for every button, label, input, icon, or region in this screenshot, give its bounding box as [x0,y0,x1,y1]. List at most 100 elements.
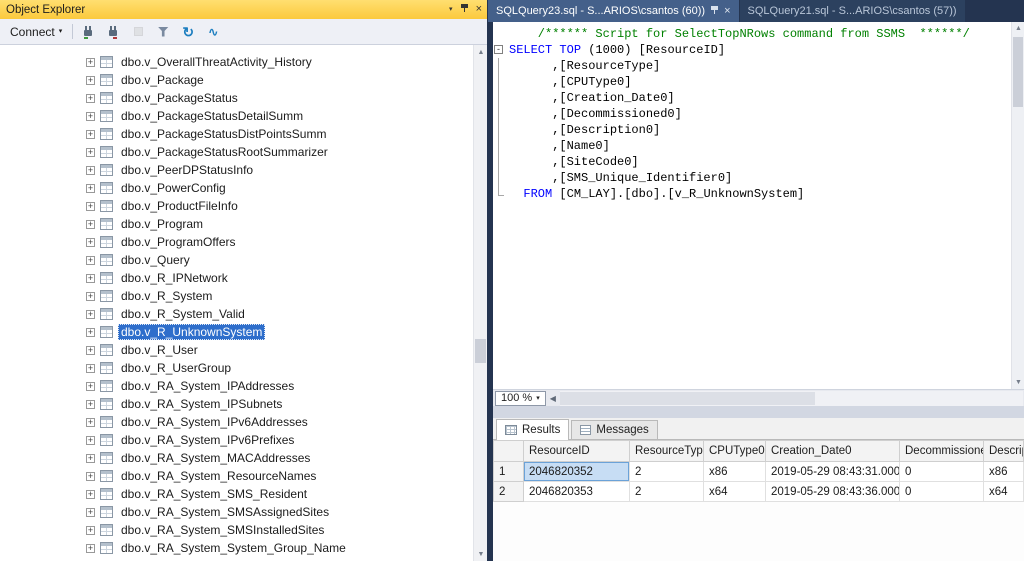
expand-icon[interactable]: + [86,346,95,355]
expand-icon[interactable]: + [86,184,95,193]
expand-icon[interactable]: + [86,418,95,427]
tree-item[interactable]: +dbo.v_RA_System_SMS_Resident [86,485,473,503]
expand-icon[interactable]: + [86,238,95,247]
scroll-down-icon[interactable]: ▼ [1012,376,1024,389]
grid-column-header[interactable]: Decommissioned0 [900,441,984,462]
tree-item[interactable]: +dbo.v_PackageStatus [86,89,473,107]
grid-cell[interactable]: 2046820353 [524,482,630,502]
tree-item[interactable]: +dbo.v_PackageStatusDetailSumm [86,107,473,125]
fold-collapse-icon[interactable]: - [494,45,503,54]
expand-icon[interactable]: + [86,490,95,499]
tree-item[interactable]: +dbo.v_RA_System_MACAddresses [86,449,473,467]
grid-row-header[interactable]: 1 [494,462,524,482]
expand-icon[interactable]: + [86,220,95,229]
tree-item[interactable]: +dbo.v_PeerDPStatusInfo [86,161,473,179]
tree-item[interactable]: +dbo.v_Program [86,215,473,233]
scrollbar-thumb[interactable] [475,339,486,363]
expand-icon[interactable]: + [86,364,95,373]
expand-icon[interactable]: + [86,436,95,445]
tree-item[interactable]: +dbo.v_R_System_Valid [86,305,473,323]
grid-cell[interactable]: 2 [630,462,704,482]
tree-item[interactable]: +dbo.v_ProductFileInfo [86,197,473,215]
connect-icon[interactable] [80,24,96,40]
tree-item[interactable]: +dbo.v_Query [86,251,473,269]
close-icon[interactable]: × [476,4,482,15]
scroll-up-icon[interactable]: ▲ [474,45,487,59]
expand-icon[interactable]: + [86,508,95,517]
tree-item[interactable]: +dbo.v_R_User [86,341,473,359]
tree-item[interactable]: +dbo.v_RA_System_IPSubnets [86,395,473,413]
tree-item[interactable]: +dbo.v_PackageStatusRootSummarizer [86,143,473,161]
expand-icon[interactable]: + [86,274,95,283]
tree-item[interactable]: +dbo.v_ProgramOffers [86,233,473,251]
tree-item[interactable]: +dbo.v_R_IPNetwork [86,269,473,287]
expand-icon[interactable]: + [86,382,95,391]
scroll-left-icon[interactable]: ◀ [546,394,560,403]
scrollbar-thumb[interactable] [1013,37,1023,107]
document-tab[interactable]: SQLQuery23.sql - S...ARIOS\csantos (60))… [488,0,739,22]
tree-item[interactable]: +dbo.v_R_UnknownSystem [86,323,473,341]
expand-icon[interactable]: + [86,454,95,463]
expand-icon[interactable]: + [86,148,95,157]
grid-cell[interactable]: 0 [900,482,984,502]
expand-icon[interactable]: + [86,166,95,175]
tree-scrollbar[interactable]: ▲ ▼ [473,45,487,561]
scroll-up-icon[interactable]: ▲ [1012,22,1024,35]
tree-item[interactable]: +dbo.v_RA_System_IPv6Addresses [86,413,473,431]
tree-item[interactable]: +dbo.v_RA_System_IPv6Prefixes [86,431,473,449]
expand-icon[interactable]: + [86,256,95,265]
grid-column-header[interactable]: Creation_Date0 [766,441,900,462]
expand-icon[interactable]: + [86,292,95,301]
grid-cell[interactable]: x86 [704,462,766,482]
results-tab-results[interactable]: Results [496,419,569,440]
grid-cell[interactable]: x64 [984,482,1024,502]
close-icon[interactable]: × [724,5,730,17]
disconnect-icon[interactable] [105,24,121,40]
tree-item[interactable]: +dbo.v_OverallThreatActivity_History [86,53,473,71]
grid-column-header[interactable]: ResourceType [630,441,704,462]
scrollbar-thumb[interactable] [560,392,815,405]
tree-item[interactable]: +dbo.v_RA_System_IPAddresses [86,377,473,395]
tree-item[interactable]: +dbo.v_RA_System_SMSAssignedSites [86,503,473,521]
expand-icon[interactable]: + [86,328,95,337]
grid-cell[interactable]: 2019-05-29 08:43:36.000 [766,482,900,502]
expand-icon[interactable]: + [86,310,95,319]
grid-row-header[interactable]: 2 [494,482,524,502]
editor-hscrollbar[interactable] [560,391,1023,406]
grid-column-header[interactable]: CPUType0 [704,441,766,462]
results-splitter[interactable] [493,406,1024,418]
expand-icon[interactable]: + [86,544,95,553]
pin-icon[interactable] [711,5,718,18]
expand-icon[interactable]: + [86,472,95,481]
tree-item[interactable]: +dbo.v_RA_System_ResourceNames [86,467,473,485]
filter-icon[interactable] [155,24,171,40]
grid-cell[interactable]: 2046820352 [524,462,630,482]
document-tab[interactable]: SQLQuery21.sql - S...ARIOS\csantos (57)) [740,0,965,22]
expand-icon[interactable]: + [86,202,95,211]
grid-column-header[interactable]: Description0 [984,441,1024,462]
expand-icon[interactable]: + [86,112,95,121]
stop-icon[interactable] [130,24,146,40]
grid-column-header[interactable]: ResourceID [524,441,630,462]
grid-column-header[interactable] [494,441,524,462]
grid-cell[interactable]: 0 [900,462,984,482]
refresh-icon[interactable]: ↻ [180,24,196,40]
tree-item[interactable]: +dbo.v_PackageStatusDistPointsSumm [86,125,473,143]
expand-icon[interactable]: + [86,130,95,139]
tree-item[interactable]: +dbo.v_Package [86,71,473,89]
object-explorer-titlebar[interactable]: Object Explorer ▾ × [0,0,487,19]
sql-editor[interactable]: /****** Script for SelectTopNRows comman… [493,22,1024,389]
expand-icon[interactable]: + [86,526,95,535]
grid-cell[interactable]: x86 [984,462,1024,482]
tree-item[interactable]: +dbo.v_R_UserGroup [86,359,473,377]
grid-cell[interactable]: 2019-05-29 08:43:31.000 [766,462,900,482]
grid-cell[interactable]: x64 [704,482,766,502]
results-tab-messages[interactable]: Messages [571,420,657,439]
tree-item[interactable]: +dbo.v_R_System [86,287,473,305]
window-position-icon[interactable]: ▾ [449,6,453,13]
tree-item[interactable]: +dbo.v_RA_System_SMSInstalledSites [86,521,473,539]
tree-item[interactable]: +dbo.v_PowerConfig [86,179,473,197]
expand-icon[interactable]: + [86,400,95,409]
expand-icon[interactable]: + [86,58,95,67]
grid-cell[interactable]: 2 [630,482,704,502]
